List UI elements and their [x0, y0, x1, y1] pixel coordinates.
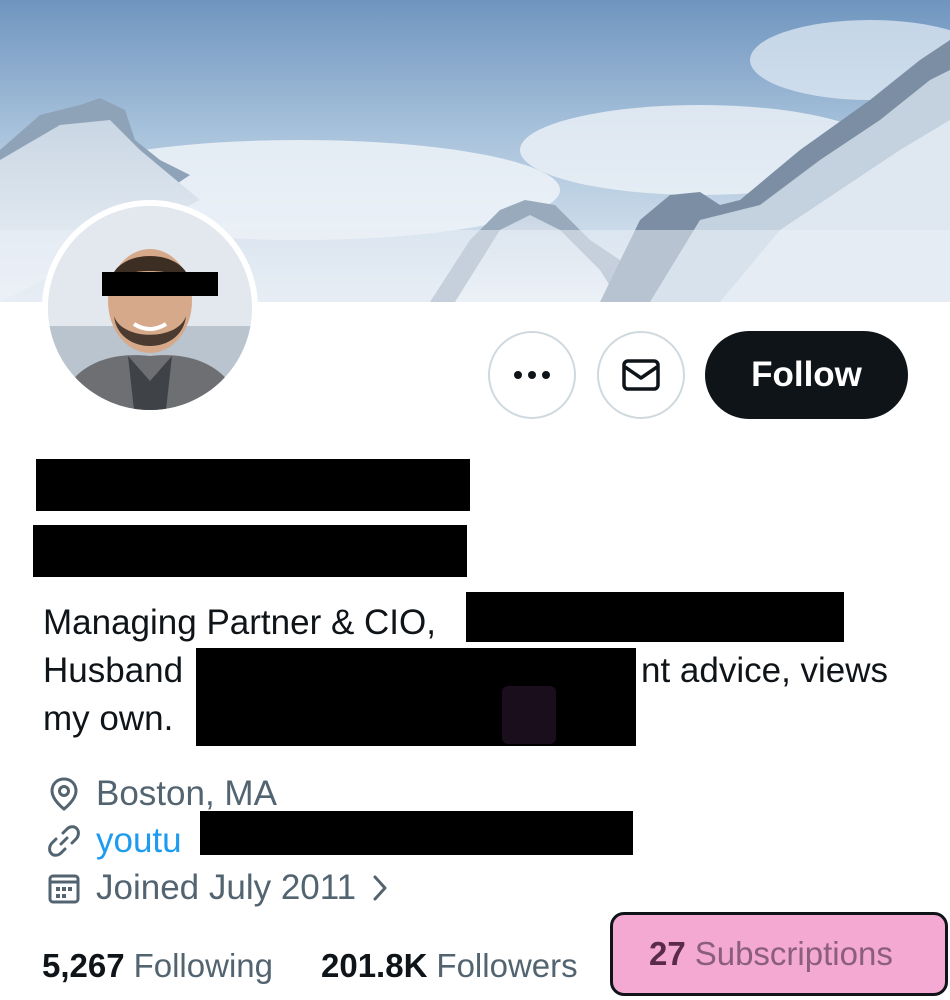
following-stat[interactable]: 5,267 Following [42, 947, 273, 985]
subscriptions-label: Subscriptions [694, 935, 893, 972]
followers-count: 201.8K [321, 947, 428, 984]
bio-line-1: Managing Partner & CIO, [43, 603, 436, 642]
following-count: 5,267 [42, 947, 125, 984]
website-row[interactable]: youtu [46, 819, 182, 863]
bio-redaction-2 [196, 648, 636, 746]
subscriptions-stat[interactable]: 27 Subscriptions [610, 912, 948, 996]
avatar-photo [48, 206, 252, 410]
link-icon [48, 825, 80, 857]
followers-stat[interactable]: 201.8K Followers [321, 947, 578, 985]
joined-row[interactable]: Joined July 2011 [46, 866, 390, 910]
following-label: Following [133, 947, 273, 984]
handle-redaction [33, 525, 467, 577]
profile-stats: 5,267 Following 201.8K Followers [42, 944, 578, 988]
location-text: Boston, MA [96, 774, 277, 813]
bio-line-2-end: nt advice, views [641, 651, 889, 690]
followers-label: Followers [436, 947, 578, 984]
website-redaction [200, 811, 633, 855]
message-button[interactable] [597, 331, 685, 419]
location-row: Boston, MA [46, 772, 277, 816]
calendar-icon [48, 874, 80, 904]
redaction-artifact [502, 686, 556, 744]
bio-redaction-1 [466, 592, 844, 642]
face-redaction [102, 272, 218, 296]
joined-text: Joined July 2011 [96, 868, 357, 907]
chevron-right-icon [373, 875, 387, 901]
mail-icon [622, 359, 660, 391]
more-icon [514, 371, 550, 379]
subscriptions-count: 27 [649, 935, 686, 972]
bio-line-3: my own. [43, 699, 174, 738]
display-name-redaction [36, 459, 470, 511]
location-pin-icon [50, 777, 78, 811]
bio-line-2-start: Husband [43, 651, 184, 690]
profile-avatar[interactable] [42, 200, 258, 416]
website-link[interactable]: youtu [96, 821, 182, 861]
more-button[interactable] [488, 331, 576, 419]
follow-button[interactable]: Follow [705, 331, 908, 419]
